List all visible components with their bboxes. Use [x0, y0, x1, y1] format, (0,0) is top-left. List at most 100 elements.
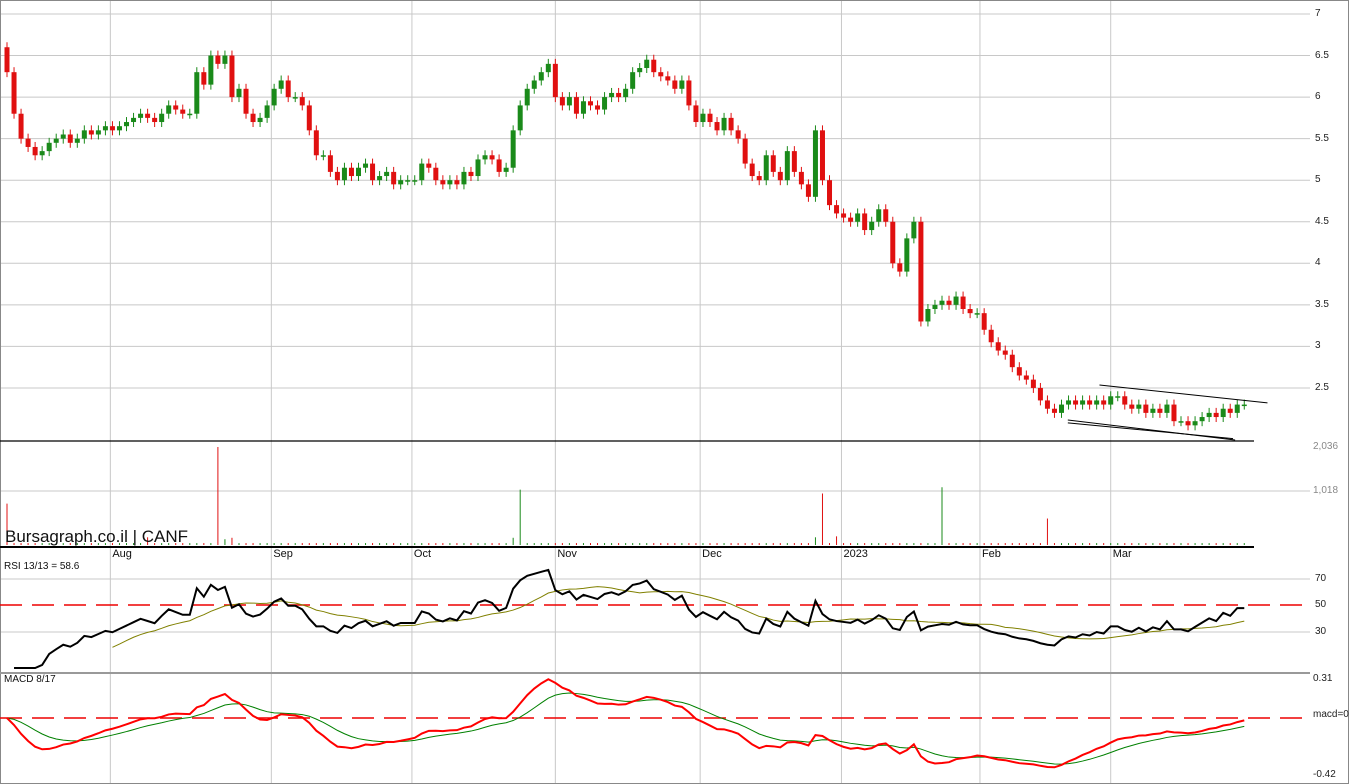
candle-body: [489, 155, 495, 160]
candle-body: [4, 47, 10, 73]
candle-body: [419, 163, 425, 181]
candle-body: [939, 300, 945, 305]
candle-body: [904, 238, 910, 272]
macd-tick: -0.42: [1313, 769, 1336, 780]
candle-body: [208, 55, 214, 85]
price-tick: 6.5: [1315, 49, 1329, 61]
price-tick: 4.5: [1315, 215, 1329, 227]
candle-body: [559, 97, 565, 106]
candle-body: [876, 209, 882, 222]
candle-body: [819, 130, 825, 181]
candle-body: [1171, 404, 1177, 422]
candle-body: [1087, 400, 1093, 405]
candle-body: [496, 159, 502, 172]
candle-body: [426, 163, 432, 168]
candle-body: [327, 155, 333, 172]
candle-body: [124, 122, 130, 127]
candle-body: [377, 176, 383, 181]
candle-body: [405, 180, 411, 182]
candle-body: [932, 304, 938, 310]
candle-body: [11, 72, 17, 114]
candle-body: [869, 221, 875, 231]
candle-body: [243, 88, 249, 114]
candle-body: [187, 113, 193, 116]
candle-body: [503, 167, 509, 172]
candle-body: [363, 163, 369, 168]
candle-body: [602, 97, 608, 110]
candle-body: [194, 72, 200, 114]
candle-body: [292, 97, 298, 99]
candle-body: [25, 138, 31, 147]
month-label: Mar: [1112, 548, 1132, 560]
candle-body: [1206, 412, 1212, 418]
candle-body: [81, 130, 87, 139]
trendline: [1067, 422, 1234, 440]
candle-body: [88, 130, 94, 135]
candle-body: [573, 97, 579, 114]
candle-body: [356, 167, 361, 177]
candle-body: [271, 88, 277, 106]
month-label: Aug: [112, 548, 132, 560]
candle-body: [1164, 404, 1170, 413]
candle-body: [735, 130, 741, 139]
candle-body: [1066, 400, 1072, 405]
candle-body: [848, 217, 854, 222]
candle-body: [320, 155, 326, 157]
candle-body: [1094, 400, 1100, 405]
candle-body: [264, 105, 270, 118]
candle-body: [538, 72, 544, 81]
candle-body: [721, 117, 727, 131]
candle-body: [391, 171, 397, 185]
candle-body: [1234, 404, 1240, 413]
candle-body: [770, 155, 776, 172]
candle-body: [384, 171, 390, 177]
candle-body: [109, 126, 115, 131]
candle-body: [313, 130, 319, 156]
candle-body: [1122, 396, 1128, 405]
candle-body: [658, 72, 664, 77]
candle-body: [960, 296, 966, 310]
candle-body: [749, 163, 755, 177]
candle-body: [250, 113, 256, 123]
candle-body: [580, 101, 586, 114]
candle-body: [700, 113, 706, 123]
rsi-label: RSI 13/13 = 58.6: [4, 561, 80, 572]
candle-body: [686, 80, 692, 106]
month-label: Sep: [273, 548, 293, 560]
candle-body: [967, 309, 973, 314]
candle-body: [370, 163, 376, 181]
candle-body: [1150, 408, 1156, 413]
candle-body: [222, 55, 228, 64]
candle-body: [693, 105, 699, 123]
candle-body: [341, 167, 347, 181]
candle-body: [609, 92, 615, 98]
candle-body: [988, 329, 994, 343]
candle-body: [798, 171, 804, 185]
candle-body: [334, 171, 340, 181]
candle-body: [587, 101, 593, 106]
candle-body: [131, 117, 137, 123]
candle-body: [1037, 387, 1043, 401]
candle-body: [791, 151, 797, 172]
candle-body: [841, 213, 847, 218]
candle-body: [278, 80, 284, 89]
candle-body: [890, 221, 896, 264]
candle-body: [215, 55, 221, 64]
trendline: [1067, 419, 1236, 441]
chart-title: Bursagraph.co.il | CANF: [5, 527, 188, 546]
candle-body: [468, 171, 474, 177]
candle-body: [1192, 421, 1198, 426]
candle-body: [545, 63, 551, 73]
candle-body: [805, 184, 811, 197]
candle-body: [1157, 408, 1163, 413]
price-tick: 5.5: [1315, 132, 1329, 144]
candle-body: [946, 300, 952, 305]
stock-chart: [0, 0, 1349, 784]
candle-body: [974, 313, 980, 315]
candle-body: [1023, 375, 1029, 380]
candle-body: [1178, 421, 1184, 423]
candle-body: [595, 105, 601, 110]
candle-body: [1143, 404, 1149, 413]
candle-body: [827, 180, 833, 206]
candle-body: [911, 221, 917, 239]
